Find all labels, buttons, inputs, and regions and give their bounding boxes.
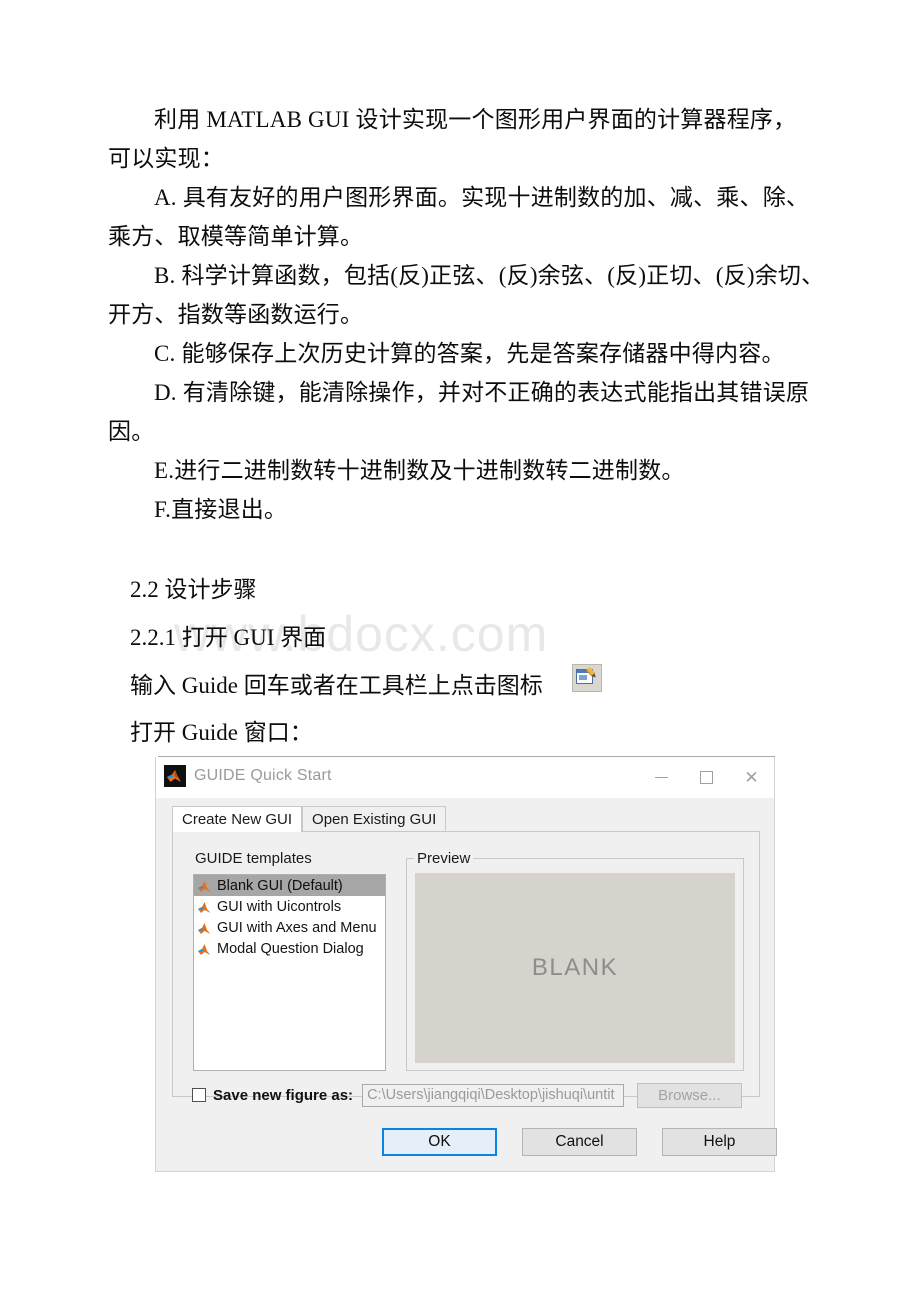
paragraph-item-d: D. 有清除键，能清除操作，并对不正确的表达式能指出其错误原因。 <box>108 380 810 444</box>
document-page: www.bdocx.com 利用 MATLAB GUI 设计实现一个图形用户界面… <box>0 0 920 1302</box>
subsection-heading: 2.2.1 打开 GUI 界面 <box>130 625 327 650</box>
tab-strip: Create New GUI Open Existing GUI <box>172 805 760 832</box>
list-item-gui-with-axes-and-menu[interactable]: GUI with Axes and Menu <box>194 917 385 938</box>
save-new-figure-label: Save new figure as: <box>213 1086 354 1104</box>
minimize-icon[interactable] <box>639 757 684 798</box>
dialog-title: GUIDE Quick Start <box>194 767 332 784</box>
templates-group-label: GUIDE templates <box>192 850 315 867</box>
guide-quick-start-dialog: GUIDE Quick Start ✕ Create New GUI Open … <box>155 757 777 1172</box>
paragraph-item-b: B. 科学计算函数，包括(反)正弦、(反)余弦、(反)正切、(反)余切、开方、指… <box>108 263 825 327</box>
maximize-icon[interactable] <box>684 757 729 798</box>
list-item-label: GUI with Axes and Menu <box>217 919 377 936</box>
matlab-small-icon <box>197 879 212 893</box>
save-new-figure-checkbox[interactable] <box>192 1088 206 1102</box>
instruction-text: 输入 Guide 回车或者在工具栏上点击图标 <box>130 673 543 698</box>
help-button[interactable]: Help <box>662 1128 777 1156</box>
list-item-blank-gui[interactable]: Blank GUI (Default) <box>194 875 385 896</box>
tab-create-new-gui[interactable]: Create New GUI <box>172 806 303 832</box>
paragraph-intro: 利用 MATLAB GUI 设计实现一个图形用户界面的计算器程序，可以实现： <box>108 107 797 171</box>
preview-canvas: BLANK <box>415 873 735 1063</box>
dialog-button-row: OK Cancel Help <box>382 1128 777 1156</box>
save-figure-row: Save new figure as: C:\Users\jiangqiqi\D… <box>192 1082 742 1108</box>
window-controls: ✕ <box>639 757 774 798</box>
list-item-modal-question-dialog[interactable]: Modal Question Dialog <box>194 938 385 959</box>
tab-open-existing-gui[interactable]: Open Existing GUI <box>302 806 447 832</box>
matlab-small-icon <box>197 942 212 956</box>
dialog-titlebar[interactable]: GUIDE Quick Start ✕ <box>156 757 774 798</box>
paragraph-item-e: E.进行二进制数转十进制数及十进制数转二进制数。 <box>154 458 685 483</box>
cancel-button[interactable]: Cancel <box>522 1128 637 1156</box>
paragraph-item-c: C. 能够保存上次历史计算的答案，先是答案存储器中得内容。 <box>154 341 785 366</box>
ok-button[interactable]: OK <box>382 1128 497 1156</box>
list-item-gui-with-uicontrols[interactable]: GUI with Uicontrols <box>194 896 385 917</box>
matlab-small-icon <box>197 900 212 914</box>
matlab-small-icon <box>197 921 212 935</box>
guide-toolbar-icon <box>572 664 602 692</box>
preview-blank-text: BLANK <box>531 954 619 981</box>
scan-artifact-text: ¯ ¯ ¯¯ ¯¯¯¯ ¯ ¯ <box>160 744 285 755</box>
paragraph-item-a: A. 具有友好的用户图形界面。实现十进制数的加、减、乘、除、乘方、取模等简单计算… <box>108 185 810 249</box>
section-heading: 2.2 设计步骤 <box>130 577 257 602</box>
paragraph-item-f: F.直接退出。 <box>154 497 288 522</box>
preview-group-label: Preview <box>414 850 474 867</box>
list-item-label: Blank GUI (Default) <box>217 877 343 894</box>
close-icon[interactable]: ✕ <box>729 757 774 798</box>
browse-button[interactable]: Browse... <box>636 1082 742 1108</box>
list-item-label: GUI with Uicontrols <box>217 898 342 915</box>
list-item-label: Modal Question Dialog <box>217 940 364 957</box>
save-path-input[interactable]: C:\Users\jiangqiqi\Desktop\jishuqi\untit <box>362 1083 624 1107</box>
templates-listbox[interactable]: Blank GUI (Default) GUI with Uicontrols <box>193 874 386 1071</box>
matlab-logo-icon <box>164 765 186 787</box>
